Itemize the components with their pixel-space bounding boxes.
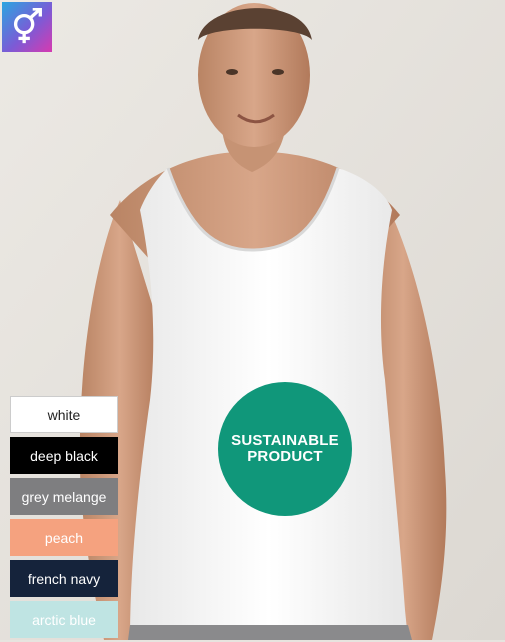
color-swatch-arctic-blue[interactable]: arctic blue xyxy=(10,601,118,638)
eco-badge-line1: SUSTAINABLE xyxy=(231,432,339,449)
color-swatch-french-navy[interactable]: french navy xyxy=(10,560,118,597)
color-swatch-white[interactable]: white xyxy=(10,396,118,433)
color-swatch-list: white deep black grey melange peach fren… xyxy=(10,396,118,642)
eco-badge-line2: PRODUCT xyxy=(247,448,323,465)
color-swatch-peach[interactable]: peach xyxy=(10,519,118,556)
sustainable-product-badge: SUSTAINABLE PRODUCT xyxy=(218,382,352,516)
unisex-badge xyxy=(2,2,52,52)
color-swatch-deep-black[interactable]: deep black xyxy=(10,437,118,474)
color-swatch-grey-melange[interactable]: grey melange xyxy=(10,478,118,515)
male-female-symbol-icon xyxy=(13,8,42,44)
